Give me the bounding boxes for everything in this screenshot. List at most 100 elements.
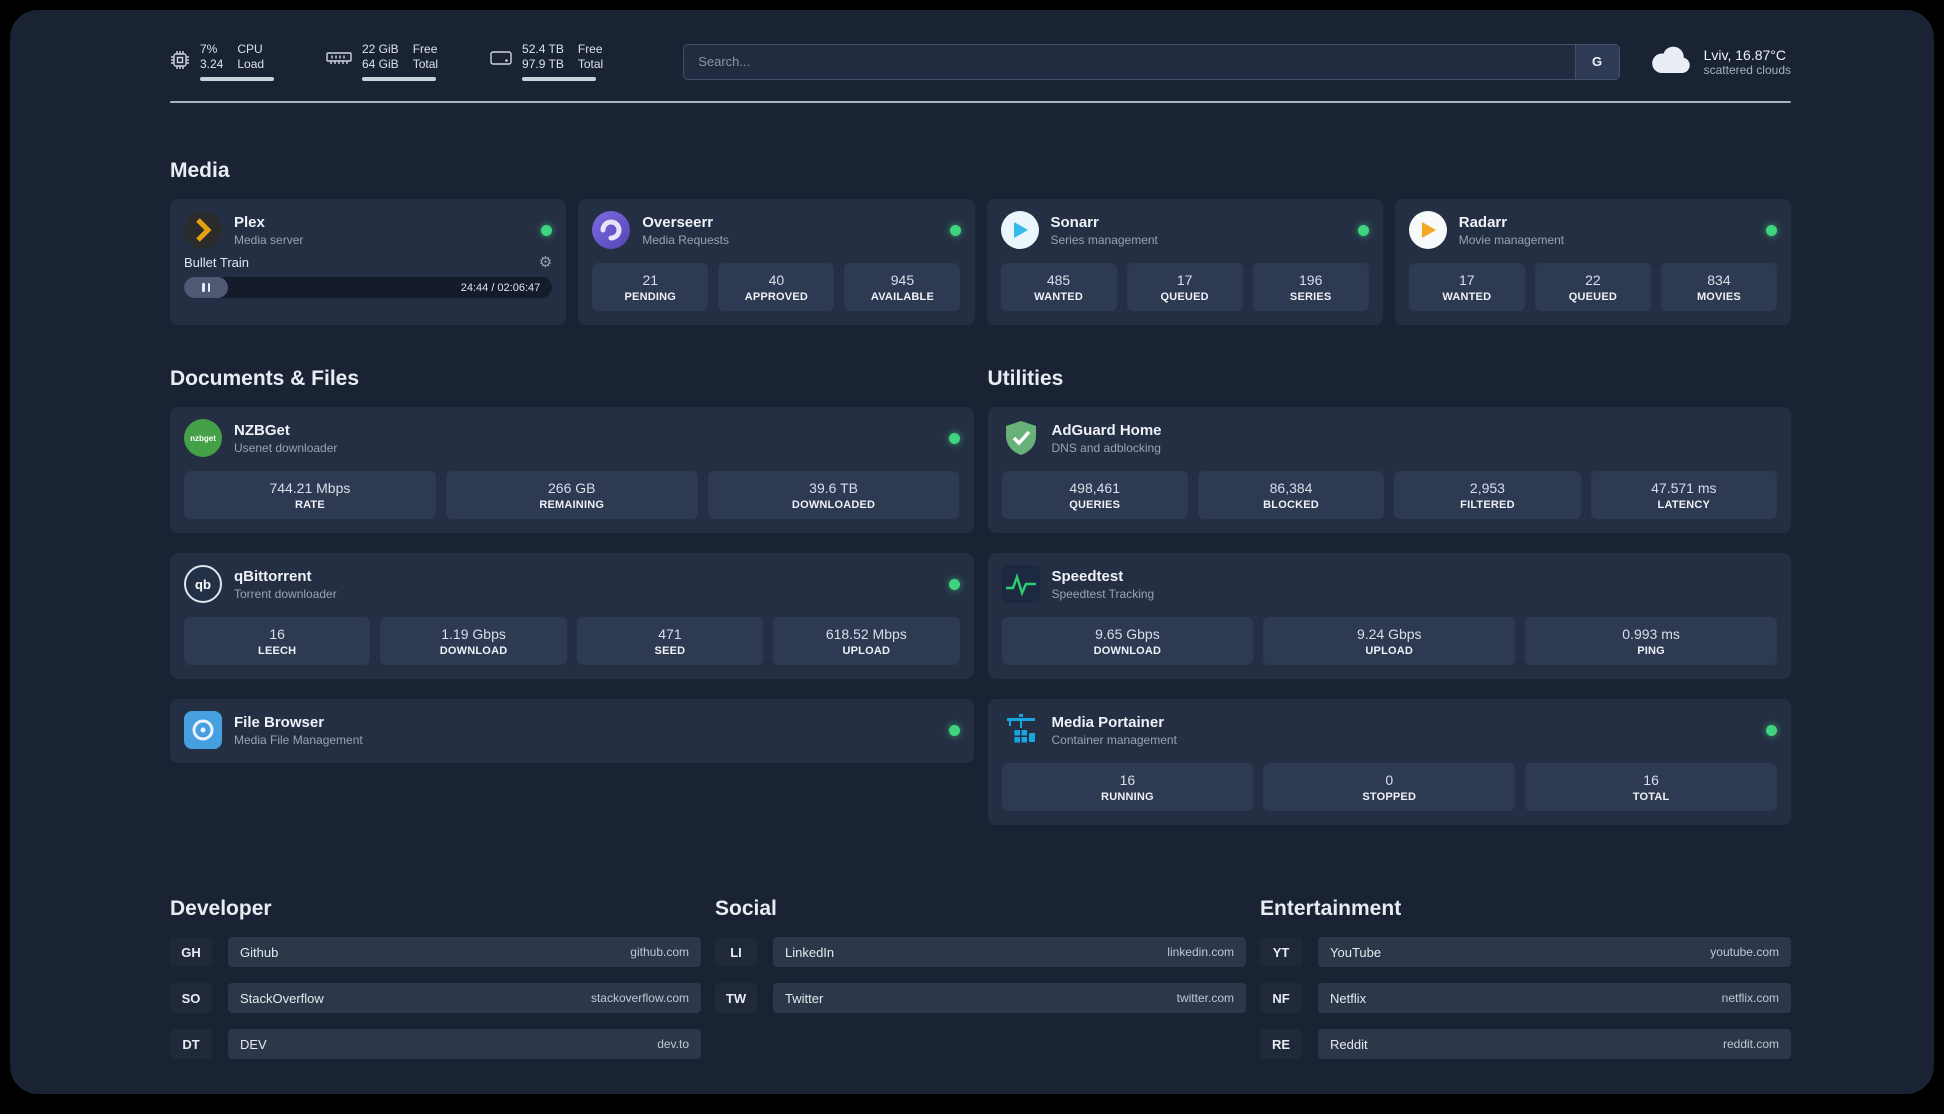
stat-label: TOTAL — [1632, 790, 1670, 803]
bookmark-abbr: LI — [715, 937, 757, 967]
section-title-media: Media — [170, 159, 230, 182]
overseerr-card[interactable]: Overseerr Media Requests 21 PENDING 40 A… — [578, 199, 975, 325]
bookmark-name: LinkedIn — [785, 944, 835, 960]
qbittorrent-icon: qb — [184, 565, 222, 603]
documents-column: Documents & Files nzbget NZBGet Usenet d… — [170, 367, 974, 845]
cpu-icon — [170, 50, 190, 70]
stat-label: SERIES — [1289, 290, 1332, 303]
stat-label: PENDING — [624, 290, 677, 303]
disk-total-value: 97.9 TB — [522, 57, 564, 71]
stat-box: 744.21 Mbps RATE — [184, 471, 436, 519]
stat-box: 9.24 Gbps UPLOAD — [1263, 617, 1516, 665]
stat-label: LEECH — [258, 644, 297, 657]
weather-widget: Lviv, 16.87°C scattered clouds — [1648, 44, 1791, 80]
bookmark-twitter[interactable]: TW Twitter twitter.com — [715, 983, 1246, 1013]
disk-widget: 52.4 TB 97.9 TB Free Total — [490, 42, 603, 81]
bookmark-dev[interactable]: DT DEV dev.to — [170, 1029, 701, 1059]
service-subtitle: Usenet downloader — [234, 440, 338, 455]
search-input[interactable] — [684, 44, 1575, 79]
stat-label: FILTERED — [1460, 498, 1515, 511]
bookmark-youtube[interactable]: YT YouTube youtube.com — [1260, 937, 1791, 967]
service-title: Radarr — [1458, 213, 1508, 231]
bookmark-abbr: DT — [170, 1029, 212, 1059]
stat-value: 9.24 Gbps — [1356, 625, 1422, 642]
bookmark-abbr: SO — [170, 983, 212, 1013]
gear-icon[interactable]: ⚙ — [539, 255, 552, 270]
cpu-usage-bar — [200, 77, 274, 81]
bookmark-url: reddit.com — [1722, 1037, 1779, 1051]
cpu-label-2: Load — [237, 57, 265, 71]
adguard-icon — [1002, 419, 1040, 457]
ram-widget: 22 GiB 64 GiB Free Total — [326, 42, 438, 81]
stat-label: DOWNLOAD — [439, 644, 508, 657]
filebrowser-icon — [184, 711, 222, 749]
bookmark-url: stackoverflow.com — [590, 991, 689, 1005]
cpu-label-1: CPU — [237, 42, 263, 56]
cpu-widget: 7% 3.24 CPU Load — [170, 42, 274, 81]
stat-label: MOVIES — [1696, 290, 1741, 303]
adguard-card[interactable]: AdGuard Home DNS and adblocking 498,461 … — [987, 407, 1791, 533]
bookmark-url: dev.to — [657, 1037, 689, 1051]
weather-condition: scattered clouds — [1703, 62, 1791, 77]
stat-label: BLOCKED — [1263, 498, 1319, 511]
stat-value: 945 — [890, 271, 915, 288]
portainer-card[interactable]: Media Portainer Container management 16 … — [987, 699, 1791, 825]
qbittorrent-card[interactable]: qb qBittorrent Torrent downloader 16 LEE… — [170, 553, 974, 679]
stat-value: 86,384 — [1269, 479, 1313, 496]
search-engine-button[interactable]: G — [1574, 44, 1619, 79]
plex-progress-track[interactable]: 24:44 / 02:06:47 — [184, 277, 553, 298]
status-dot — [948, 578, 960, 590]
developer-column: Developer GH Github github.com SO StackO… — [170, 897, 701, 1075]
service-subtitle: Container management — [1051, 732, 1177, 747]
bookmark-linkedin[interactable]: LI LinkedIn linkedin.com — [715, 937, 1246, 967]
nzbget-icon: nzbget — [184, 419, 222, 457]
bookmark-netflix[interactable]: NF Netflix netflix.com — [1260, 983, 1791, 1013]
ram-label-1: Free — [412, 42, 438, 56]
stat-value: 834 — [1707, 271, 1731, 288]
sonarr-icon — [1000, 211, 1039, 249]
stat-value: 618.52 Mbps — [825, 625, 907, 642]
stat-value: 16 — [1119, 771, 1136, 788]
stat-label: QUEUED — [1160, 290, 1209, 303]
speedtest-card[interactable]: Speedtest Speedtest Tracking 9.65 Gbps D… — [987, 553, 1791, 679]
bookmark-stackoverflow[interactable]: SO StackOverflow stackoverflow.com — [170, 983, 701, 1013]
bookmark-name: DEV — [240, 1036, 267, 1052]
stat-label: UPLOAD — [842, 644, 891, 657]
bookmark-abbr: GH — [170, 937, 212, 967]
plex-progress-fill[interactable] — [184, 277, 229, 298]
stat-label: LATENCY — [1657, 498, 1711, 511]
cpu-load-value: 3.24 — [200, 57, 224, 71]
bookmark-name: Twitter — [785, 990, 824, 1006]
stat-value: 471 — [658, 625, 682, 642]
stat-value: 1.19 Gbps — [441, 625, 506, 642]
stat-value: 22 — [1585, 271, 1601, 288]
disk-usage-bar — [522, 77, 597, 81]
topbar-divider — [170, 101, 1791, 103]
bookmark-name: Netflix — [1330, 990, 1367, 1006]
stat-label: PING — [1637, 644, 1665, 657]
pause-icon — [202, 283, 211, 292]
section-title-documents: Documents & Files — [170, 367, 360, 390]
stat-box: 17 WANTED — [1408, 263, 1525, 311]
bookmark-reddit[interactable]: RE Reddit reddit.com — [1260, 1029, 1791, 1059]
section-title-utilities: Utilities — [987, 367, 1064, 390]
bookmark-github[interactable]: GH Github github.com — [170, 937, 701, 967]
stat-label: DOWNLOAD — [1093, 644, 1162, 657]
stat-value: 498,461 — [1069, 479, 1120, 496]
service-subtitle: Speedtest Tracking — [1051, 586, 1155, 601]
stat-box: 47.571 ms LATENCY — [1590, 471, 1777, 519]
radarr-card[interactable]: Radarr Movie management 17 WANTED 22 QUE… — [1394, 199, 1791, 325]
plex-card[interactable]: Plex Media server Bullet Train ⚙ 24:44 /… — [170, 199, 567, 325]
overseerr-icon — [592, 211, 631, 249]
filebrowser-card[interactable]: File Browser Media File Management — [170, 699, 974, 763]
sonarr-card[interactable]: Sonarr Series management 485 WANTED 17 Q… — [986, 199, 1383, 325]
bookmark-url: youtube.com — [1710, 945, 1779, 959]
service-title: NZBGet — [234, 421, 290, 439]
section-title-entertainment: Entertainment — [1260, 897, 1402, 920]
nzbget-card[interactable]: nzbget NZBGet Usenet downloader 744.21 M… — [170, 407, 974, 533]
disk-free-value: 52.4 TB — [522, 42, 564, 56]
status-dot — [948, 432, 960, 444]
stat-box: 266 GB REMAINING — [445, 471, 698, 519]
stat-box: 22 QUEUED — [1534, 263, 1651, 311]
entertainment-column: Entertainment YT YouTube youtube.com NF … — [1260, 897, 1791, 1075]
